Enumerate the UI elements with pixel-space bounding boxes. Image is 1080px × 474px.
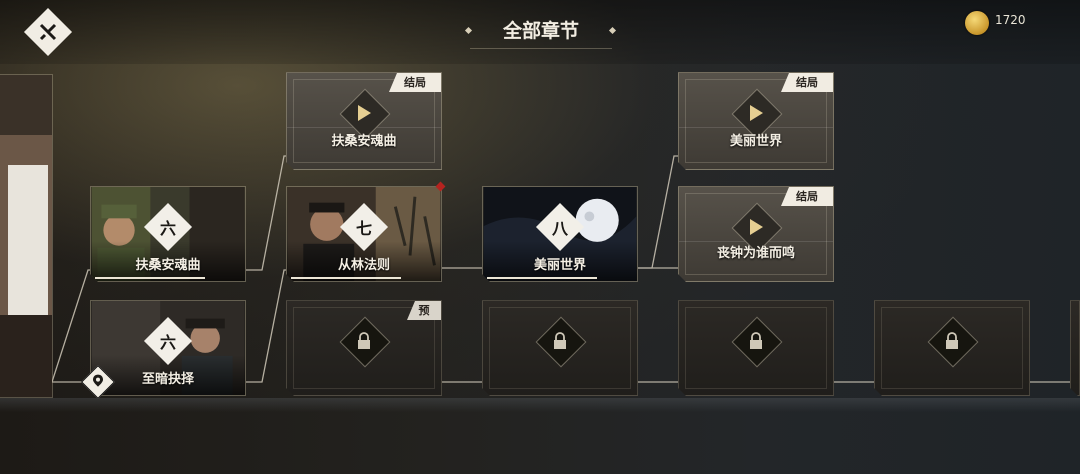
chapter-card-seven[interactable]: 七 从林法则 bbox=[286, 186, 442, 282]
chapter-progress-bar bbox=[291, 277, 401, 279]
play-icon bbox=[748, 218, 764, 236]
ending-tag: 结局 bbox=[781, 187, 833, 206]
ending-card-1[interactable]: 结局 扶桑安魂曲 bbox=[286, 72, 442, 170]
lock-icon bbox=[944, 332, 960, 350]
chapter-progress-bar bbox=[487, 277, 597, 279]
locked-chapter-card-partial[interactable] bbox=[1070, 300, 1080, 396]
chapter-number: 六 bbox=[159, 219, 176, 238]
chapter-title: 从林法则 bbox=[337, 258, 390, 273]
chapter-number: 七 bbox=[355, 219, 372, 238]
chapter-number: 八 bbox=[551, 219, 568, 238]
preview-tag: 预 bbox=[407, 301, 441, 320]
location-pin-icon bbox=[93, 374, 103, 387]
ending-tag: 结局 bbox=[781, 73, 833, 92]
locked-chapter-card-4[interactable] bbox=[874, 300, 1030, 396]
ending-title: 扶桑安魂曲 bbox=[331, 134, 397, 149]
lock-icon bbox=[552, 332, 568, 350]
locked-chapter-card-3[interactable] bbox=[678, 300, 834, 396]
character-portrait bbox=[0, 75, 52, 397]
ending-card-3[interactable]: 结局 丧钟为谁而鸣 bbox=[678, 186, 834, 282]
chapter-title: 扶桑安魂曲 bbox=[135, 258, 201, 273]
chapter-title: 至暗抉择 bbox=[141, 372, 194, 387]
current-chapter-card-partial[interactable] bbox=[0, 74, 53, 398]
chapter-title: 美丽世界 bbox=[533, 258, 586, 273]
lock-icon bbox=[748, 332, 764, 350]
timeline-floor bbox=[0, 398, 1080, 412]
locked-chapter-card-1[interactable]: 预 bbox=[286, 300, 442, 396]
lock-icon bbox=[356, 332, 372, 350]
chapter-card-six-a[interactable]: 六 扶桑安魂曲 bbox=[90, 186, 246, 282]
ending-tag: 结局 bbox=[389, 73, 441, 92]
chapter-progress-bar bbox=[95, 277, 205, 279]
ending-card-2[interactable]: 结局 美丽世界 bbox=[678, 72, 834, 170]
ending-title: 美丽世界 bbox=[729, 134, 782, 149]
play-icon bbox=[748, 104, 764, 122]
play-icon bbox=[356, 104, 372, 122]
locked-chapter-card-2[interactable] bbox=[482, 300, 638, 396]
chapter-number: 六 bbox=[159, 333, 176, 352]
chapter-card-eight[interactable]: 八 美丽世界 bbox=[482, 186, 638, 282]
ending-title: 丧钟为谁而鸣 bbox=[716, 246, 795, 261]
